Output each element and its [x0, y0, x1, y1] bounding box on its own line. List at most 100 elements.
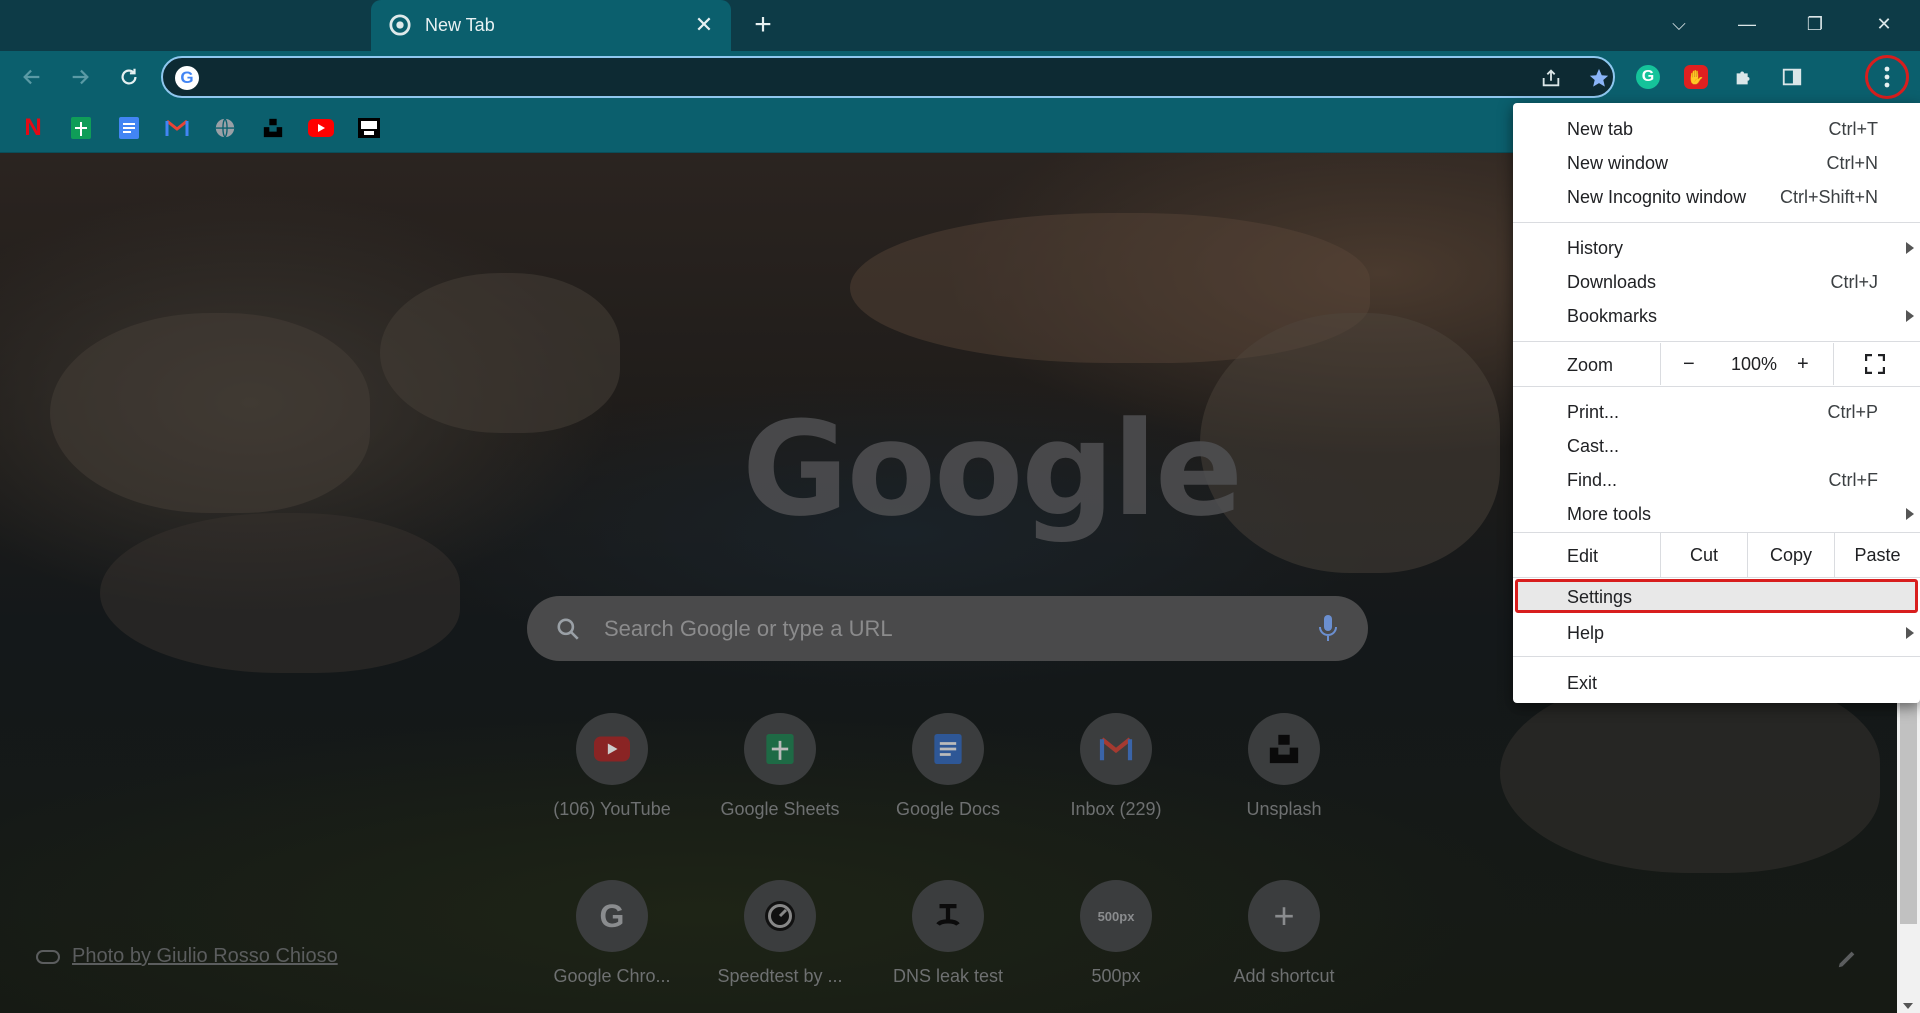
tab-close-button[interactable]: ✕ [691, 12, 717, 38]
zoom-label: Zoom [1567, 355, 1614, 375]
shortcut-label: Inbox (229) [1070, 799, 1162, 819]
menu-zoom-row: Zoom − 100% + [1513, 343, 1920, 385]
shortcut-tile[interactable]: Unsplash [1199, 713, 1369, 833]
puzzle-extensions-icon[interactable] [1730, 63, 1758, 91]
shortcut-tile[interactable]: Inbox (229) [1031, 713, 1201, 833]
submenu-arrow-icon [1906, 242, 1914, 254]
copy-button[interactable]: Copy [1747, 533, 1834, 577]
menu-label: History [1567, 238, 1624, 258]
menu-item-downloads[interactable]: Downloads Ctrl+J [1513, 264, 1920, 298]
menu-item-exit[interactable]: Exit [1513, 665, 1920, 699]
menu-item-settings[interactable]: Settings [1513, 579, 1920, 613]
bookmark-star-icon[interactable] [1587, 66, 1611, 90]
ntp-search-box[interactable]: Search Google or type a URL [527, 596, 1368, 661]
menu-shortcut: Ctrl+T [1828, 119, 1879, 139]
paste-button[interactable]: Paste [1834, 533, 1920, 577]
dns-icon [912, 880, 984, 952]
menu-item-print[interactable]: Print... Ctrl+P [1513, 394, 1920, 428]
menu-label: More tools [1567, 504, 1652, 524]
new-tab-button[interactable]: + [748, 10, 778, 40]
microphone-icon[interactable] [1318, 613, 1338, 643]
menu-item-help[interactable]: Help [1513, 615, 1920, 649]
search-placeholder: Search Google or type a URL [604, 616, 893, 641]
menu-item-cast[interactable]: Cast... [1513, 428, 1920, 462]
address-input[interactable] [211, 64, 1511, 92]
forward-arrow-icon [72, 69, 89, 85]
side-panel-icon[interactable] [1778, 63, 1806, 91]
unsplash-icon [1248, 713, 1320, 785]
chrome-menu-button[interactable] [1865, 55, 1909, 99]
adblock-hand-icon[interactable]: ✋ [1682, 63, 1710, 91]
share-icon[interactable] [1539, 66, 1563, 90]
menu-shortcut: Ctrl+P [1827, 402, 1878, 422]
menu-item-new-tab[interactable]: New tab Ctrl+T [1513, 111, 1920, 145]
menu-label: Cast... [1567, 436, 1620, 456]
bookmark-globe[interactable] [212, 115, 238, 141]
shortcut-tile[interactable]: 500px 500px [1031, 880, 1201, 1000]
background-rock [1500, 673, 1880, 873]
menu-item-new-window[interactable]: New window Ctrl+N [1513, 145, 1920, 179]
site-icon [358, 118, 380, 138]
tab-search-button[interactable]: ⌵ [1655, 6, 1703, 42]
background-rock [1200, 313, 1500, 573]
shortcut-label: Google Chro... [553, 966, 671, 986]
submenu-arrow-icon [1906, 508, 1914, 520]
back-button[interactable] [16, 61, 48, 93]
docs-icon [912, 713, 984, 785]
bookmark-unsplash[interactable] [260, 115, 286, 141]
menu-label: New window [1567, 153, 1669, 173]
shortcut-tile[interactable]: Google Docs [863, 713, 1033, 833]
menu-divider [1513, 222, 1920, 223]
restore-button[interactable]: ❐ [1791, 6, 1839, 42]
menu-label: Downloads [1567, 272, 1657, 292]
menu-item-more-tools[interactable]: More tools [1513, 496, 1920, 530]
bookmark-gmail[interactable] [164, 115, 190, 141]
photo-credit-link[interactable]: Photo by Giulio Rosso Chioso [36, 945, 338, 968]
minimize-button[interactable]: — [1723, 6, 1771, 42]
bookmark-netflix[interactable]: N [20, 114, 46, 141]
add-shortcut-tile[interactable]: + Add shortcut [1199, 880, 1369, 1000]
youtube-icon [308, 119, 334, 137]
grammarly-icon[interactable]: G [1634, 63, 1662, 91]
forward-button[interactable] [64, 61, 96, 93]
address-bar[interactable]: G [161, 56, 1615, 98]
pencil-icon[interactable] [1836, 948, 1858, 970]
zoom-out-button[interactable]: − [1683, 353, 1695, 376]
submenu-arrow-icon [1906, 627, 1914, 639]
menu-item-history[interactable]: History [1513, 230, 1920, 264]
bookmark-google-sheets[interactable] [68, 115, 94, 141]
shortcut-tile[interactable]: Google Sheets [695, 713, 865, 833]
scroll-down-arrow-icon[interactable] [1903, 1003, 1913, 1009]
shortcut-tile[interactable]: Speedtest by ... [695, 880, 865, 1000]
menu-item-find[interactable]: Find... Ctrl+F [1513, 462, 1920, 496]
menu-label: Exit [1567, 673, 1598, 693]
background-rock [50, 313, 370, 513]
shortcut-tile[interactable]: DNS leak test [863, 880, 1033, 1000]
zoom-in-button[interactable]: + [1797, 353, 1809, 376]
shortcut-tile[interactable]: G Google Chro... [527, 880, 697, 1000]
menu-shortcut: Ctrl+F [1828, 470, 1879, 490]
500px-icon: 500px [1080, 880, 1152, 952]
shortcut-tile[interactable]: (106) YouTube [527, 713, 697, 833]
menu-label: Find... [1567, 470, 1618, 490]
plus-icon: + [1248, 880, 1320, 952]
cut-button[interactable]: Cut [1660, 533, 1747, 577]
shortcut-label: 500px [1091, 966, 1141, 986]
youtube-icon [576, 713, 648, 785]
tab-title: New Tab [425, 15, 495, 35]
bookmark-site[interactable] [356, 115, 382, 141]
menu-label: Bookmarks [1567, 306, 1658, 326]
back-arrow-icon [23, 69, 40, 85]
bookmark-youtube[interactable] [308, 115, 334, 141]
fullscreen-icon[interactable] [1865, 354, 1885, 374]
menu-divider [1513, 386, 1920, 387]
shortcut-label: DNS leak test [892, 966, 1004, 986]
edit-label: Edit [1567, 546, 1599, 566]
menu-label: New Incognito window [1567, 187, 1747, 207]
tab-new-tab[interactable]: New Tab ✕ [371, 0, 731, 51]
reload-button[interactable] [113, 61, 145, 93]
menu-item-bookmarks[interactable]: Bookmarks [1513, 298, 1920, 332]
bookmark-google-docs[interactable] [116, 115, 142, 141]
menu-item-new-incognito[interactable]: New Incognito window Ctrl+Shift+N [1513, 179, 1920, 213]
close-window-button[interactable]: ✕ [1860, 6, 1908, 42]
